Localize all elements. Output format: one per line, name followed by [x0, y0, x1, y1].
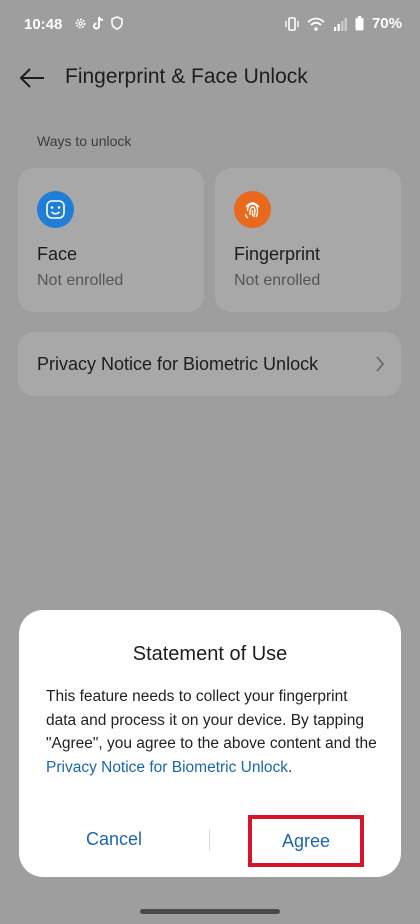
app-header: Fingerprint & Face Unlock [0, 52, 420, 104]
dialog-body: This feature needs to collect your finge… [46, 685, 381, 779]
back-button[interactable] [16, 62, 48, 94]
fingerprint-title: Fingerprint [234, 244, 321, 264]
fingerprint-icon [234, 191, 271, 228]
system-icons: 70% [285, 15, 402, 32]
button-divider [209, 829, 210, 851]
face-unlock-card[interactable]: Face Not enrolled [18, 168, 204, 312]
page-title: Fingerprint & Face Unlock [65, 65, 308, 88]
face-icon [37, 191, 74, 228]
cancel-button[interactable]: Cancel [19, 816, 209, 862]
battery-icon [355, 16, 364, 31]
signal-icon [333, 17, 347, 31]
fingerprint-status: Not enrolled [234, 272, 321, 289]
battery-percent: 70% [371, 15, 402, 32]
face-title: Face [37, 244, 78, 264]
notification-icons [74, 16, 123, 30]
fingerprint-unlock-card[interactable]: Fingerprint Not enrolled [215, 168, 401, 312]
status-time: 10:48 [24, 16, 63, 33]
chevron-right-icon [376, 356, 385, 372]
dialog-actions: Cancel Agree [19, 815, 401, 867]
shield-icon [111, 16, 123, 30]
face-status: Not enrolled [37, 272, 124, 289]
vibrate-icon [285, 16, 299, 31]
section-label: Ways to unlock [37, 133, 132, 149]
privacy-notice-link[interactable]: Privacy Notice for Biometric Unlock [46, 759, 288, 776]
dialog-body-text: This feature needs to collect your finge… [46, 688, 377, 752]
status-bar: 10:48 70% [0, 0, 420, 50]
back-arrow-icon [19, 68, 44, 88]
statement-of-use-dialog: Statement of Use This feature needs to c… [19, 610, 401, 877]
gear-icon [75, 18, 86, 28]
privacy-notice-label: Privacy Notice for Biometric Unlock [37, 354, 319, 374]
home-indicator[interactable] [140, 909, 280, 914]
agree-button[interactable]: Agree [248, 815, 364, 867]
tiktok-icon [93, 16, 104, 30]
dialog-title: Statement of Use [132, 643, 288, 665]
privacy-notice-row[interactable]: Privacy Notice for Biometric Unlock [18, 332, 401, 396]
wifi-icon [307, 17, 325, 31]
dialog-body-end: . [288, 758, 293, 776]
